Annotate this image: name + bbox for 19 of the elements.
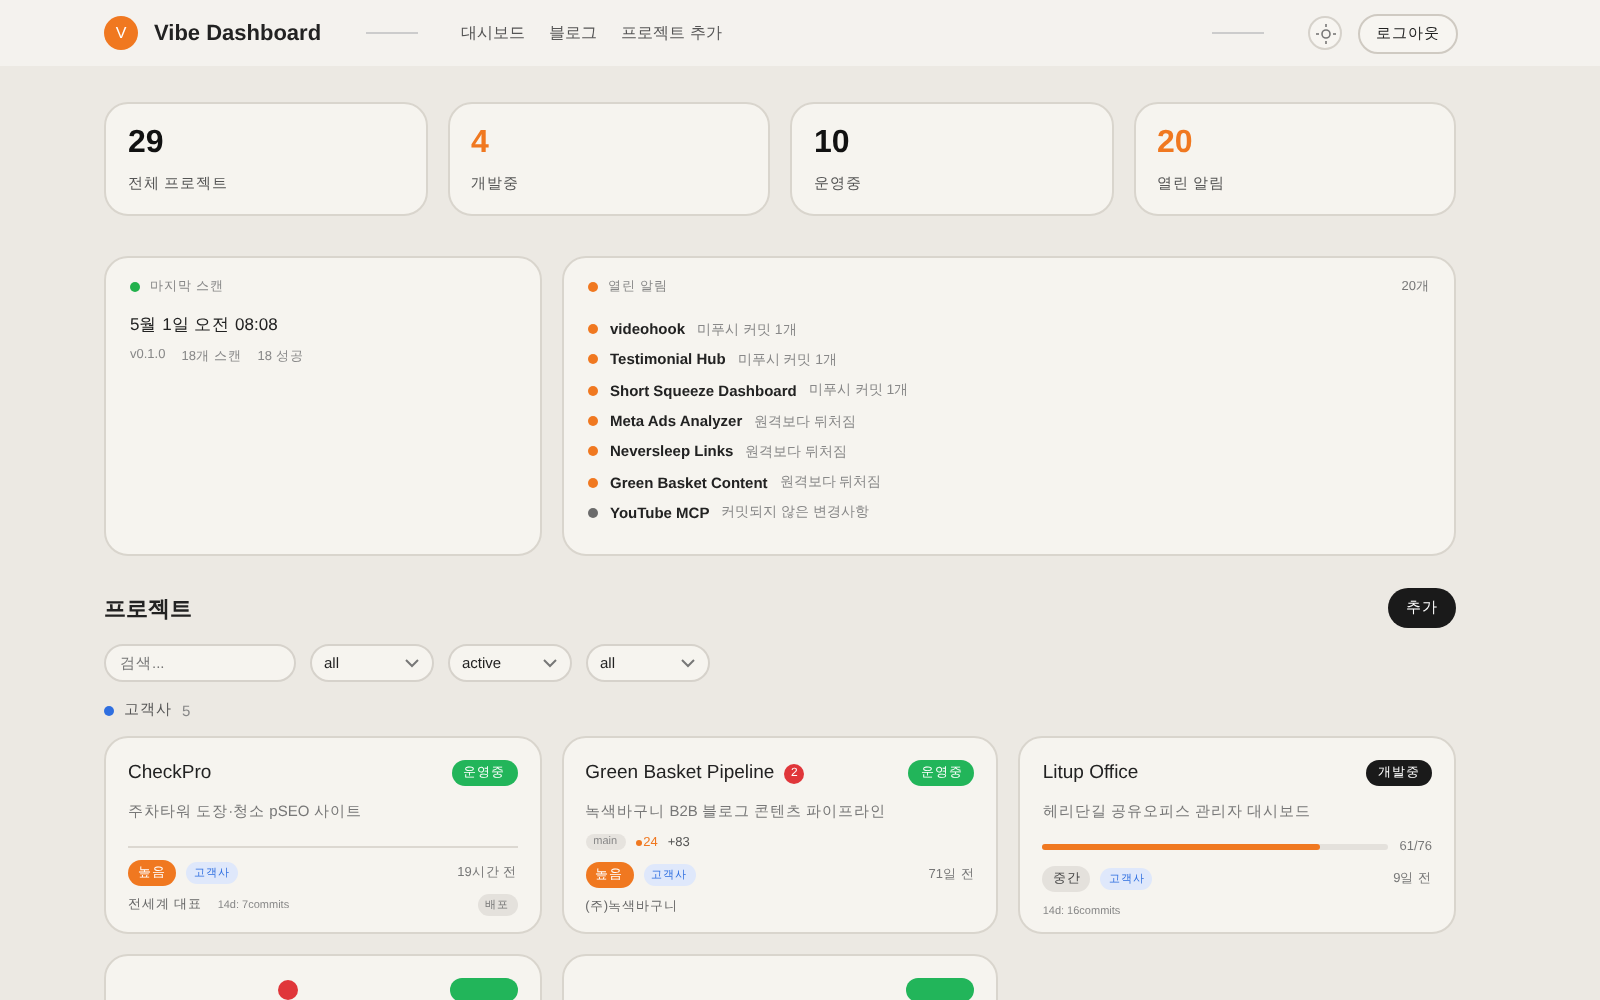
project-title: Litup Office bbox=[1042, 762, 1139, 784]
project-title: CheckPro bbox=[128, 762, 212, 784]
logo-badge: V bbox=[104, 16, 138, 50]
app-title: Vibe Dashboard bbox=[154, 21, 322, 45]
stat-value: 4 bbox=[471, 126, 491, 162]
nav-link[interactable]: 프로젝트 추가 bbox=[621, 22, 722, 44]
stat-value: 20 bbox=[1157, 126, 1195, 162]
nav-link[interactable]: 블로그 bbox=[549, 22, 598, 44]
stat-value: 29 bbox=[128, 126, 166, 162]
chevron-down-icon bbox=[404, 658, 420, 668]
scan-time: 5월 1일 오전 08:08 bbox=[130, 314, 280, 338]
project-title: Green Basket Pipeline bbox=[585, 762, 775, 784]
sun-icon bbox=[1315, 23, 1335, 43]
chevron-down-icon bbox=[680, 658, 696, 668]
nav-link[interactable]: 대시보드 bbox=[461, 22, 526, 44]
chevron-down-icon bbox=[542, 658, 558, 668]
section-title: 프로젝트 bbox=[104, 595, 192, 623]
stat-value: 10 bbox=[814, 126, 852, 162]
theme-toggle-button[interactable] bbox=[1308, 16, 1342, 50]
